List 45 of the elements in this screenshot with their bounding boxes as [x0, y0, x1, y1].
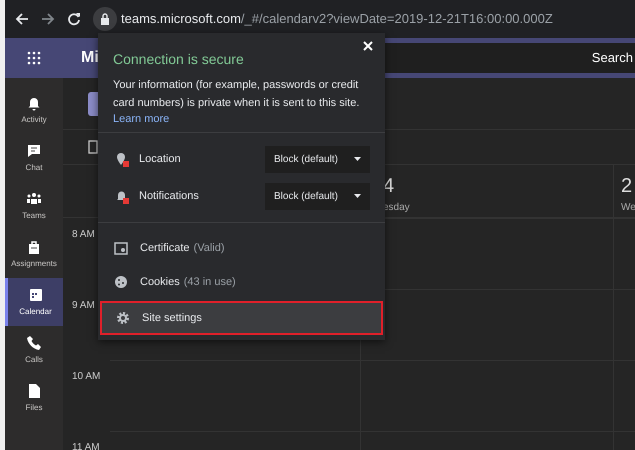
- reload-icon[interactable]: [67, 12, 81, 26]
- settings-icon: [116, 310, 130, 326]
- popup-menu-item[interactable]: Certificate (Valid): [100, 231, 383, 265]
- permission-label: Notifications: [139, 188, 199, 204]
- calendar-icon: [28, 286, 44, 302]
- day-number: 2: [621, 175, 634, 197]
- sidebar-item[interactable]: Assignments: [5, 230, 63, 278]
- phone-icon: [26, 334, 42, 350]
- app-title: Mi: [81, 48, 99, 68]
- close-button[interactable]: [361, 39, 375, 53]
- caret-icon: [354, 194, 361, 198]
- sidebar-item[interactable]: Calendar: [5, 278, 63, 326]
- weekday-label: We: [621, 201, 635, 215]
- permission-dropdown[interactable]: Block (default): [265, 182, 370, 210]
- app-grid-icon[interactable]: [27, 51, 41, 65]
- popup-menu-item[interactable]: Cookies (43 in use): [100, 265, 383, 299]
- sidebar-item[interactable]: Activity: [5, 86, 63, 134]
- calendar-icon[interactable]: [88, 140, 98, 154]
- bag-icon: [26, 238, 42, 254]
- popup-menu-item[interactable]: Site settings: [100, 301, 383, 335]
- caret-icon: [354, 157, 361, 161]
- time-label: 9 AM: [72, 300, 95, 311]
- security-description: Your information (for example, passwords or credit card numbers) is private when it is sent to this site.: [113, 78, 360, 111]
- popup-title: Connection is secure: [113, 50, 245, 69]
- time-label: 11 AM: [72, 442, 100, 450]
- sidebar-item[interactable]: Calls: [5, 326, 63, 374]
- chat-icon: [26, 142, 42, 158]
- time-label: 10 AM: [72, 371, 100, 382]
- forward-icon[interactable]: [41, 12, 55, 26]
- time-label: 8 AM: [72, 229, 95, 240]
- sidebar-item[interactable]: Files: [5, 374, 63, 422]
- sidebar-item[interactable]: Teams: [5, 182, 63, 230]
- url-text: teams.microsoft.com/_#/calendarv2?viewDate=2019-12-21T16:00:00.000Z: [121, 10, 553, 28]
- file-icon: [26, 382, 42, 398]
- location-blocked-icon: [115, 152, 129, 166]
- teams-icon: [26, 190, 42, 206]
- permission-dropdown[interactable]: Block (default): [265, 146, 370, 172]
- certificate-icon: [114, 240, 128, 256]
- cookies-icon: [114, 274, 128, 290]
- sidebar-item[interactable]: Chat: [5, 134, 63, 182]
- permission-label: Location: [139, 152, 181, 167]
- learn-more-link[interactable]: Learn more: [113, 112, 370, 126]
- back-icon[interactable]: [15, 12, 29, 26]
- bell-blocked-icon: [115, 188, 129, 204]
- lock-icon[interactable]: [93, 7, 117, 31]
